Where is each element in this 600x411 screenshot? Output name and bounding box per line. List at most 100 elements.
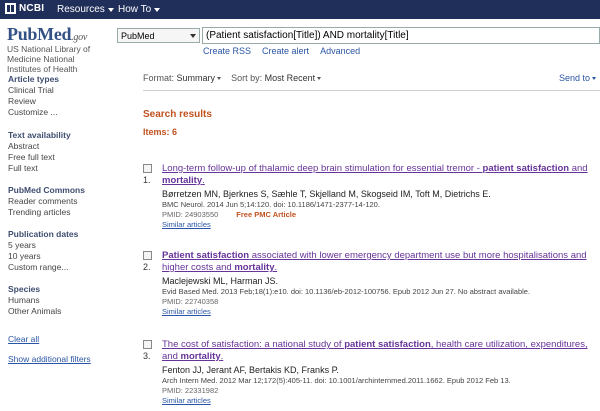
format-control[interactable]: Format: Summary xyxy=(143,73,224,83)
database-select[interactable]: PubMed xyxy=(117,28,200,43)
title-text: . xyxy=(274,262,278,273)
pmid-text: PMID: 22740358 xyxy=(162,297,219,306)
nlm-caption-line: US National Library of xyxy=(7,44,91,54)
result-number: 3. xyxy=(143,351,151,361)
result-body: Patient satisfaction associated with low… xyxy=(162,250,600,317)
result-pmid: PMID: 22331982 xyxy=(162,386,600,396)
search-input[interactable] xyxy=(202,27,600,44)
filter-item[interactable]: 10 years xyxy=(8,251,120,262)
database-value: PubMed xyxy=(121,30,155,41)
dropdown-arrow-icon xyxy=(190,33,196,38)
results-toolbar: Format: Summary Sort by: Most Recent Sen… xyxy=(143,73,600,87)
title-highlight: patient satisfaction xyxy=(482,163,570,174)
result-checkbox[interactable] xyxy=(143,340,152,349)
filter-group-pubmed-commons: PubMed Commons Reader comments Trending … xyxy=(8,185,120,218)
filter-sidebar: US National Library of Medicine National… xyxy=(0,44,120,411)
filter-group-title: Text availability xyxy=(8,130,71,140)
title-text: and xyxy=(569,163,588,174)
filter-item[interactable]: Other Animals xyxy=(8,306,120,317)
filter-group-title: Publication dates xyxy=(8,229,79,239)
divider xyxy=(143,90,600,91)
filter-item[interactable]: 5 years xyxy=(8,240,120,251)
show-additional-filters-link[interactable]: Show additional filters xyxy=(8,354,91,364)
results-main: Format: Summary Sort by: Most Recent Sen… xyxy=(143,63,600,411)
filter-item[interactable]: Abstract xyxy=(8,141,120,152)
filter-group-species: Species Humans Other Animals xyxy=(8,284,120,317)
title-highlight: mortality xyxy=(180,351,221,362)
result-body: Long-term follow-up of thalamic deep bra… xyxy=(162,163,600,230)
logo-gov: .gov xyxy=(71,32,87,43)
similar-articles-link[interactable]: Similar articles xyxy=(162,220,600,230)
filter-group-text-availability: Text availability Abstract Free full tex… xyxy=(8,130,120,174)
resources-label: Resources xyxy=(57,4,105,15)
resources-menu[interactable]: Resources xyxy=(57,4,114,15)
result-title-link[interactable]: Patient satisfaction associated with low… xyxy=(162,250,600,274)
result-citation: Arch Intern Med. 2012 Mar 12;172(5):405-… xyxy=(162,376,511,385)
chevron-down-icon xyxy=(592,77,596,81)
title-text: . xyxy=(202,175,205,186)
title-highlight: mortality xyxy=(234,262,275,273)
howto-label: How To xyxy=(118,4,152,15)
ncbi-topbar: NCBI Resources How To xyxy=(0,0,600,19)
nlm-caption-line: Institutes of Health xyxy=(7,64,78,74)
filter-item[interactable]: Reader comments xyxy=(8,196,120,207)
send-to-button[interactable]: Send to xyxy=(559,73,596,83)
ncbi-label: NCBI xyxy=(19,3,45,14)
search-results-heading: Search results xyxy=(143,109,212,120)
filter-item[interactable]: Trending articles xyxy=(8,207,120,218)
result-pmid: PMID: 22740358 xyxy=(162,297,600,307)
result-authors: Børretzen MN, Bjerknes S, Sæhle T, Skjel… xyxy=(162,189,491,199)
ncbi-logo[interactable]: NCBI xyxy=(5,3,44,14)
free-pmc-link[interactable]: Free PMC Article xyxy=(236,210,296,219)
result-title-link[interactable]: The cost of satisfaction: a national stu… xyxy=(162,339,600,363)
result-citation: BMC Neurol. 2014 Jun 5;14:120. doi: 10.1… xyxy=(162,200,380,209)
chevron-down-icon xyxy=(107,7,114,12)
title-text: Long-term follow-up of thalamic deep bra… xyxy=(162,163,483,174)
pmid-text: PMID: 22331982 xyxy=(162,386,219,395)
sort-control[interactable]: Sort by: Most Recent xyxy=(231,73,322,83)
filter-item[interactable]: Custom range... xyxy=(8,262,120,273)
nlm-caption: US National Library of Medicine National… xyxy=(7,44,119,74)
chevron-down-icon xyxy=(217,77,222,81)
items-count: Items: 6 xyxy=(143,127,178,137)
logo-med: Med xyxy=(37,24,72,44)
result-authors: Maclejewski ML, Harman JS. xyxy=(162,276,279,286)
sort-label: Sort by: xyxy=(231,73,263,83)
filter-item[interactable]: Full text xyxy=(8,163,120,174)
result-checkbox[interactable] xyxy=(143,164,152,173)
filter-item[interactable]: Clinical Trial xyxy=(8,85,120,96)
filter-item[interactable]: Review xyxy=(8,96,120,107)
result-number: 1. xyxy=(143,175,151,185)
similar-articles-link[interactable]: Similar articles xyxy=(162,307,600,317)
format-label: Format: xyxy=(143,73,175,83)
filter-item[interactable]: Humans xyxy=(8,295,120,306)
filter-item[interactable]: Free full text xyxy=(8,152,120,163)
create-alert-link[interactable]: Create alert xyxy=(262,46,309,56)
sort-value: Most Recent xyxy=(264,73,316,83)
title-text: The cost of satisfaction: a national stu… xyxy=(162,339,345,350)
chevron-down-icon xyxy=(154,7,161,12)
filter-group-title: Species xyxy=(8,284,41,294)
result-checkbox[interactable] xyxy=(143,251,152,260)
title-highlight: mortality xyxy=(162,175,203,186)
ncbi-logo-icon xyxy=(5,3,16,14)
advanced-search-link[interactable]: Advanced xyxy=(320,46,360,56)
result-authors: Fenton JJ, Jerant AF, Bertakis KD, Frank… xyxy=(162,365,339,375)
create-rss-link[interactable]: Create RSS xyxy=(203,46,251,56)
title-highlight: Patient satisfaction xyxy=(162,250,250,261)
filter-group-title: Article types xyxy=(8,74,60,84)
filter-item[interactable]: Customize ... xyxy=(8,107,120,118)
howto-menu[interactable]: How To xyxy=(118,4,161,15)
logo-pub: Pub xyxy=(7,24,38,44)
pubmed-logo[interactable]: PubMed.gov xyxy=(7,24,87,45)
similar-articles-link[interactable]: Similar articles xyxy=(162,396,600,406)
filter-group-title: PubMed Commons xyxy=(8,185,85,195)
result-title-link[interactable]: Long-term follow-up of thalamic deep bra… xyxy=(162,163,600,187)
result-citation: Evid Based Med. 2013 Feb;18(1):e10. doi:… xyxy=(162,287,531,296)
format-value: Summary xyxy=(176,73,216,83)
title-text: . xyxy=(220,351,224,362)
title-highlight: patient satisfaction xyxy=(344,339,431,350)
nlm-caption-line: Medicine National xyxy=(7,54,75,64)
search-sublinks: Create RSS Create alert Advanced xyxy=(203,46,360,56)
clear-all-link[interactable]: Clear all xyxy=(8,334,39,344)
